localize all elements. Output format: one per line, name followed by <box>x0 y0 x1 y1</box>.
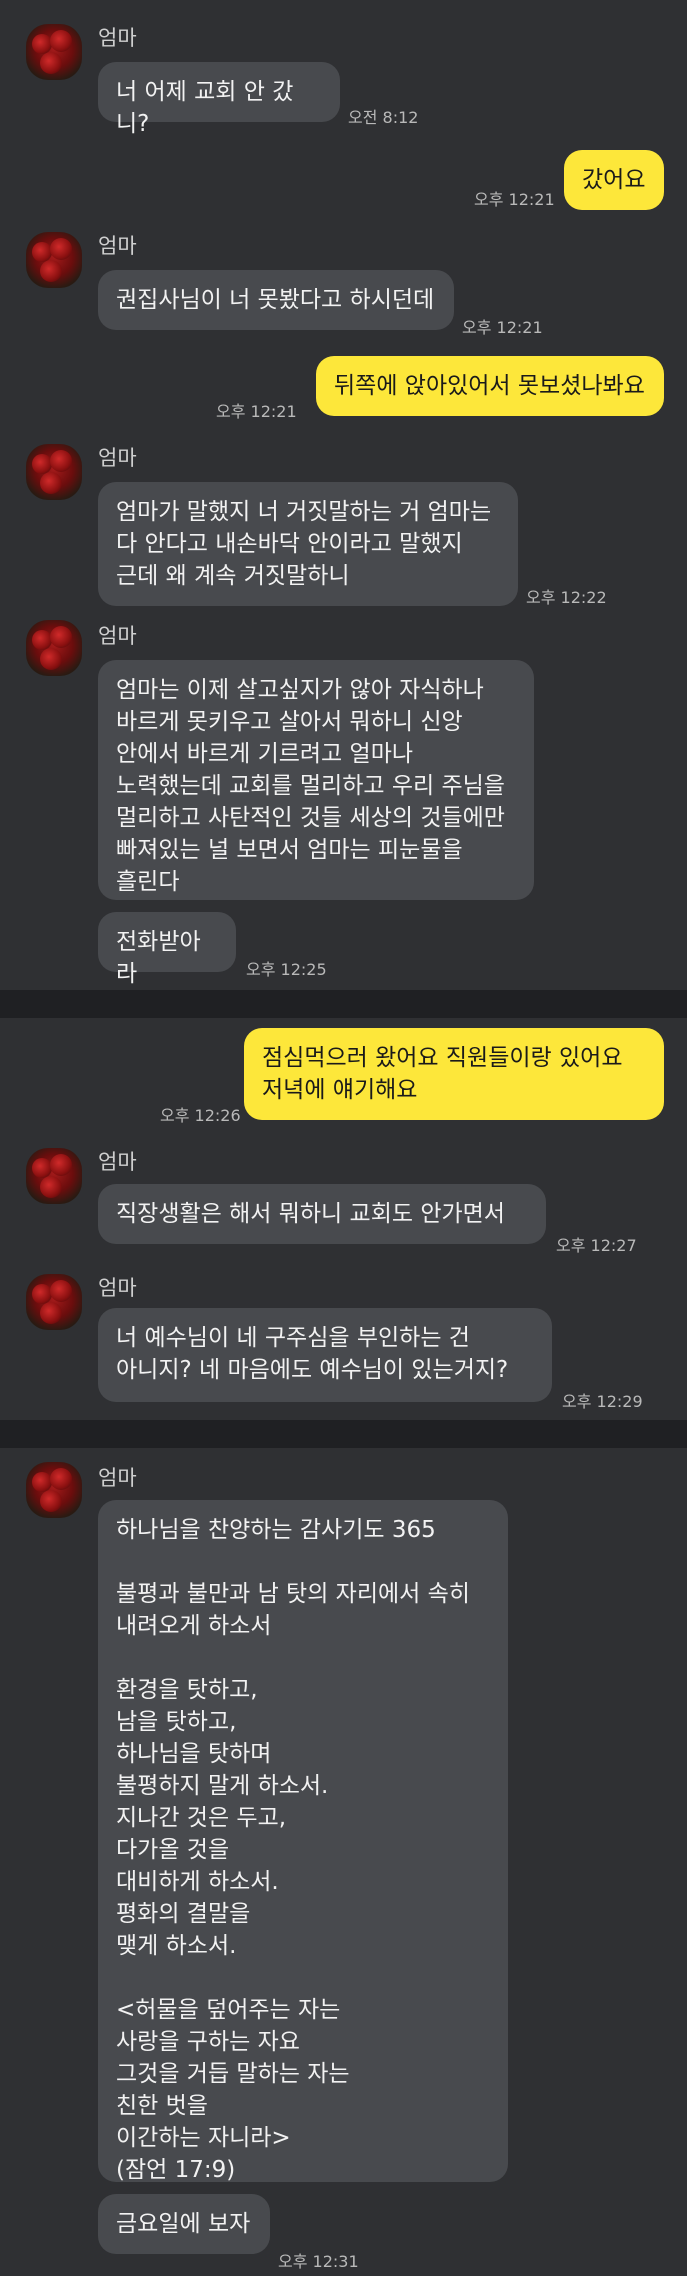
message-timestamp: 오전 8:12 <box>348 108 419 127</box>
incoming-message-bubble[interactable]: 하나님을 찬양하는 감사기도 365 불평과 불만과 남 탓의 자리에서 속히 … <box>98 1500 508 2183</box>
sender-avatar[interactable] <box>26 24 82 80</box>
outgoing-message-bubble[interactable]: 점심먹으러 왔어요 직원들이랑 있어요 저녁에 얘기해요 <box>244 1028 664 1120</box>
sender-avatar[interactable] <box>26 444 82 500</box>
message-timestamp: 오후 12:31 <box>278 2252 359 2271</box>
message-timestamp: 오후 12:22 <box>526 588 607 607</box>
incoming-message-bubble[interactable]: 권집사님이 너 못봤다고 하시던데 <box>98 270 454 330</box>
incoming-message-bubble[interactable]: 전화받아라 <box>98 912 236 987</box>
incoming-message-bubble[interactable]: 엄마가 말했지 너 거짓말하는 거 엄마는 다 안다고 내손바닥 안이라고 말했… <box>98 482 518 606</box>
outgoing-message-bubble[interactable]: 갔어요 <box>564 150 664 210</box>
sender-name: 엄마 <box>98 234 137 258</box>
message-timestamp: 오후 12:27 <box>556 1236 637 1255</box>
sender-name: 엄마 <box>98 26 137 50</box>
outgoing-message-bubble[interactable]: 뒤쪽에 앉아있어서 못보셨나봐요 <box>316 356 664 416</box>
sender-avatar[interactable] <box>26 620 82 676</box>
sender-name: 엄마 <box>98 446 137 470</box>
message-timestamp: 오후 12:25 <box>246 960 327 979</box>
message-timestamp: 오후 12:21 <box>474 190 555 209</box>
message-timestamp: 오후 12:26 <box>160 1106 241 1125</box>
segment-divider <box>0 1420 687 1448</box>
incoming-message-bubble[interactable]: 너 어제 교회 안 갔니? <box>98 62 340 137</box>
segment-divider <box>0 990 687 1018</box>
message-timestamp: 오후 12:21 <box>216 402 297 421</box>
sender-avatar[interactable] <box>26 1148 82 1204</box>
incoming-message-bubble[interactable]: 너 예수님이 네 구주심을 부인하는 건 아니지? 네 마음에도 예수님이 있는… <box>98 1308 552 1402</box>
sender-name: 엄마 <box>98 1276 137 1300</box>
sender-name: 엄마 <box>98 624 137 648</box>
incoming-message-bubble[interactable]: 직장생활은 해서 뭐하니 교회도 안가면서 <box>98 1184 546 1244</box>
sender-avatar[interactable] <box>26 232 82 288</box>
message-timestamp: 오후 12:21 <box>462 318 543 337</box>
message-timestamp: 오후 12:29 <box>562 1392 643 1411</box>
sender-name: 엄마 <box>98 1150 137 1174</box>
incoming-message-bubble[interactable]: 금요일에 보자 <box>98 2194 270 2254</box>
sender-name: 엄마 <box>98 1466 137 1490</box>
sender-avatar[interactable] <box>26 1462 82 1518</box>
incoming-message-bubble[interactable]: 엄마는 이제 살고싶지가 않아 자식하나 바르게 못키우고 살아서 뭐하니 신앙… <box>98 660 534 900</box>
sender-avatar[interactable] <box>26 1274 82 1330</box>
